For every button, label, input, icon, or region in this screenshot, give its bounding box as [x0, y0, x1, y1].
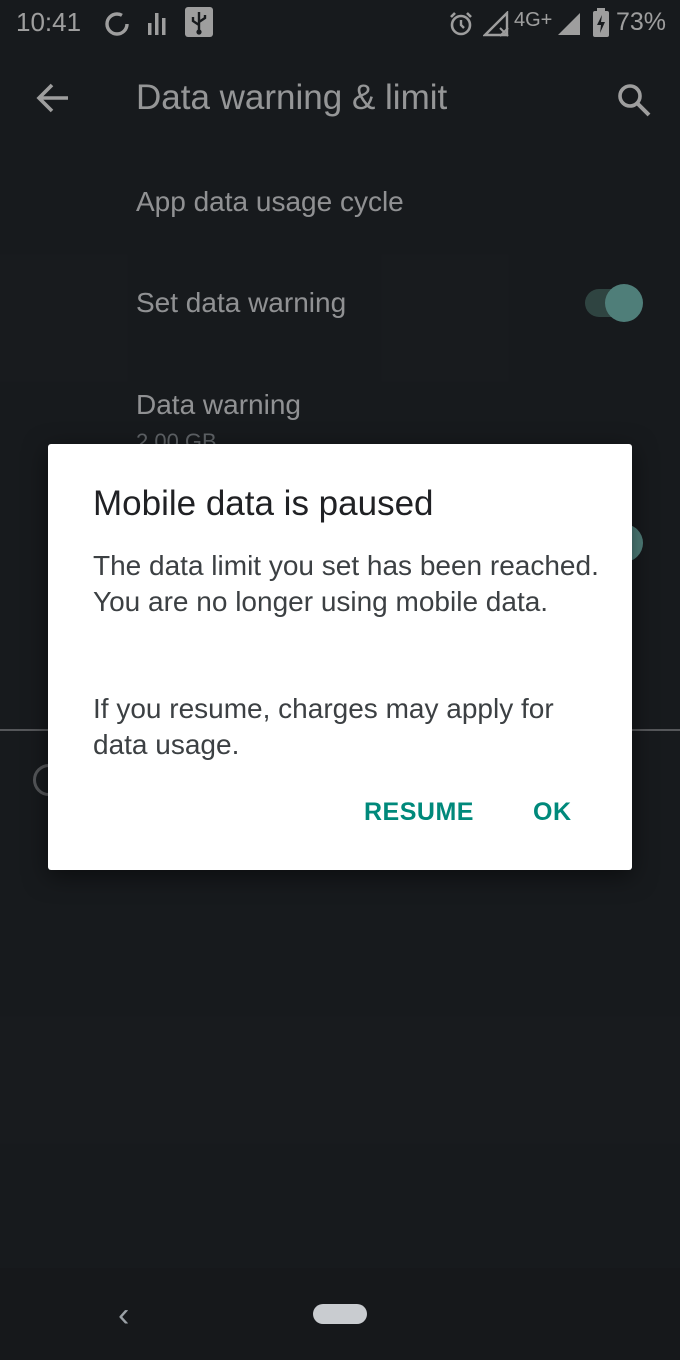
dialog-title: Mobile data is paused [93, 484, 434, 523]
nav-home-pill-icon[interactable] [313, 1304, 367, 1324]
ok-button[interactable]: OK [533, 798, 572, 827]
dialog-message: The data limit you set has been reached.… [93, 550, 599, 617]
nav-back-icon[interactable]: ‹ [118, 1296, 129, 1335]
mobile-data-paused-dialog: Mobile data is paused The data limit you… [48, 444, 632, 870]
dialog-message-charges: If you resume, charges may apply for dat… [93, 693, 554, 760]
resume-button[interactable]: RESUME [364, 798, 474, 827]
